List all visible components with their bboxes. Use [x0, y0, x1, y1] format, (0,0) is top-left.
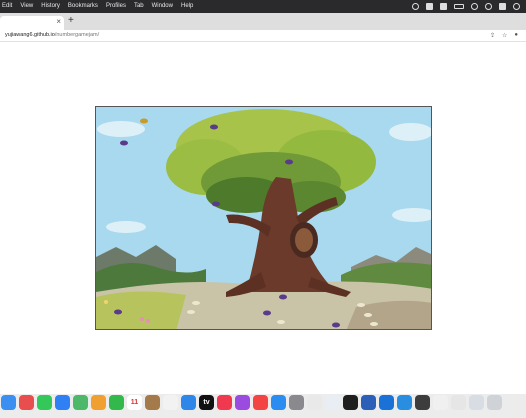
finder-icon[interactable]	[1, 395, 16, 410]
screen-capture-icon[interactable]	[469, 395, 484, 410]
battery-icon[interactable]	[454, 4, 464, 9]
document-icon[interactable]	[433, 395, 448, 410]
tab-active[interactable]: ×	[0, 16, 64, 30]
maps-icon[interactable]	[73, 395, 88, 410]
facetime-icon[interactable]	[109, 395, 124, 410]
image-viewer-icon[interactable]	[451, 395, 466, 410]
notes-brown-icon[interactable]	[145, 395, 160, 410]
menu-history[interactable]: History	[41, 0, 60, 13]
vscode-icon[interactable]	[397, 395, 412, 410]
dock: 11 tv	[0, 394, 526, 418]
wifi-icon[interactable]	[471, 3, 478, 10]
profile-icon[interactable]: ●	[514, 32, 518, 39]
word-icon[interactable]	[361, 395, 376, 410]
podcasts-icon[interactable]	[235, 395, 250, 410]
menu-bookmarks[interactable]: Bookmarks	[68, 0, 98, 13]
search-icon[interactable]	[485, 3, 492, 10]
safari-icon[interactable]	[325, 395, 340, 410]
share-icon[interactable]: ⇪	[490, 32, 495, 39]
preview-icon[interactable]	[415, 395, 430, 410]
calendar-icon[interactable]: 11	[127, 395, 142, 410]
system-settings-icon[interactable]	[289, 395, 304, 410]
url-field[interactable]: yujiawang6.github.io/numbergamejam/	[5, 32, 99, 38]
chrome-icon[interactable]	[307, 395, 322, 410]
control-center-icon[interactable]	[499, 3, 506, 10]
tab-close-icon[interactable]: ×	[56, 17, 61, 26]
url-path: /numbergamejam/	[54, 32, 100, 38]
bluetooth-icon[interactable]	[181, 395, 196, 410]
menu-extra-icon[interactable]	[440, 3, 447, 10]
trash-icon[interactable]	[487, 395, 502, 410]
record-icon[interactable]	[412, 3, 419, 10]
game-canvas[interactable]	[95, 106, 432, 330]
menu-bar: Edit View History Bookmarks Profiles Tab…	[0, 0, 526, 13]
messages-icon[interactable]	[37, 395, 52, 410]
news-icon[interactable]	[253, 395, 268, 410]
menu-tab[interactable]: Tab	[134, 0, 144, 13]
music-icon[interactable]	[217, 395, 232, 410]
address-bar[interactable]: yujiawang6.github.io/numbergamejam/ ⇪ ☆ …	[0, 30, 526, 42]
status-area	[412, 0, 520, 13]
tab-strip: × +	[0, 13, 526, 30]
appstore-icon[interactable]	[271, 395, 286, 410]
siri-icon[interactable]	[513, 3, 520, 10]
left-grass	[96, 291, 186, 329]
menu-window[interactable]: Window	[152, 0, 173, 13]
bookmark-star-icon[interactable]: ☆	[502, 32, 507, 39]
app-menu: Edit View History Bookmarks Profiles Tab…	[0, 0, 193, 13]
game-scene	[96, 107, 431, 329]
outlook-icon[interactable]	[379, 395, 394, 410]
mail-icon[interactable]	[55, 395, 70, 410]
photos-icon[interactable]	[91, 395, 106, 410]
appletv-icon[interactable]: tv	[199, 395, 214, 410]
menu-view[interactable]: View	[20, 0, 33, 13]
reminders-icon[interactable]	[163, 395, 178, 410]
address-bar-actions: ⇪ ☆ ●	[490, 32, 518, 39]
menu-edit[interactable]: Edit	[2, 0, 12, 13]
new-tab-button[interactable]: +	[68, 15, 74, 26]
linkedin-icon[interactable]	[426, 3, 433, 10]
dock-apps: 11 tv	[1, 395, 502, 414]
launchpad-icon[interactable]	[19, 395, 34, 410]
terminal-icon[interactable]	[343, 395, 358, 410]
url-host: yujiawang6.github.io	[5, 32, 55, 38]
menu-help[interactable]: Help	[181, 0, 193, 13]
menu-profiles[interactable]: Profiles	[106, 0, 126, 13]
